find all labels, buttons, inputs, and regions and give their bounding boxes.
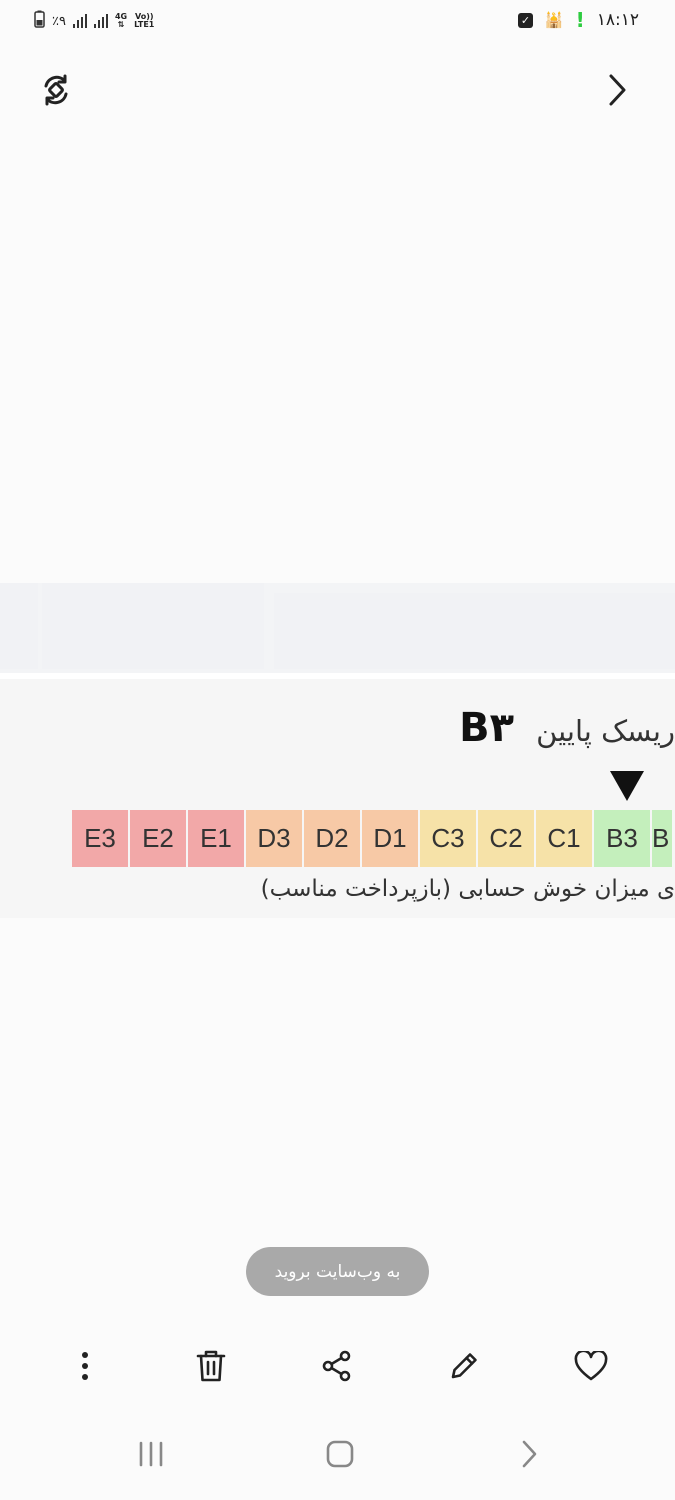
clock: ۱۸:۱۲ bbox=[596, 10, 639, 30]
mosque-icon: 🕌 bbox=[544, 11, 564, 29]
image-cell bbox=[0, 583, 38, 669]
back-button[interactable] bbox=[505, 1436, 553, 1476]
checkbox-notification-icon: ✓ bbox=[517, 12, 533, 28]
home-button[interactable] bbox=[316, 1436, 364, 1476]
recents-button[interactable] bbox=[127, 1436, 175, 1476]
share-icon bbox=[321, 1350, 353, 1386]
back-icon bbox=[520, 1439, 538, 1473]
grade-cell: E1 bbox=[188, 810, 244, 867]
status-left: ٪۹ 4G ⇅ Vo)) LTE1 bbox=[34, 10, 154, 32]
more-options-icon bbox=[81, 1351, 89, 1385]
grade-cell: C2 bbox=[478, 810, 534, 867]
edit-icon bbox=[448, 1350, 480, 1386]
rotate-icon bbox=[38, 72, 74, 112]
alert-icon: ! bbox=[575, 8, 585, 32]
photo-content: ریسک پایین B۳ E3 E2 E1 D3 D2 D1 C3 C2 C1… bbox=[0, 583, 675, 918]
grade-cell: C1 bbox=[536, 810, 592, 867]
grade-cell: E2 bbox=[130, 810, 186, 867]
chevron-right-icon bbox=[605, 72, 629, 112]
grade-cell: D3 bbox=[246, 810, 302, 867]
data-arrows-icon: ⇅ bbox=[117, 20, 125, 29]
battery-percent: ٪۹ bbox=[52, 13, 66, 29]
risk-grade: B۳ bbox=[459, 705, 515, 751]
network-type: 4G ⇅ bbox=[115, 13, 127, 29]
rotate-button[interactable] bbox=[34, 70, 78, 114]
status-right: ✓ 🕌 ! ۱۸:۱۲ bbox=[517, 8, 639, 32]
volte-icon: Vo)) LTE1 bbox=[134, 13, 154, 29]
grade-cell: D2 bbox=[304, 810, 360, 867]
favorite-button[interactable] bbox=[567, 1344, 615, 1392]
image-top-strip bbox=[0, 583, 675, 673]
grade-cell: D1 bbox=[362, 810, 418, 867]
status-bar: ٪۹ 4G ⇅ Vo)) LTE1 ✓ 🕌 ! ۱۸:۱۲ bbox=[0, 0, 675, 44]
edit-button[interactable] bbox=[440, 1344, 488, 1392]
grade-cell-selected: B3 bbox=[594, 810, 650, 867]
image-cell bbox=[42, 583, 264, 669]
image-cell bbox=[274, 593, 675, 669]
recents-icon bbox=[137, 1441, 165, 1471]
selected-grade-marker bbox=[610, 771, 644, 801]
share-button[interactable] bbox=[313, 1344, 361, 1392]
risk-label: ریسک پایین bbox=[536, 714, 675, 748]
home-icon bbox=[325, 1439, 355, 1473]
risk-heading: ریسک پایین B۳ bbox=[459, 705, 675, 751]
grade-cell: B bbox=[652, 810, 672, 867]
grade-scale: E3 E2 E1 D3 D2 D1 C3 C2 C1 B3 B bbox=[72, 810, 672, 867]
visit-website-button[interactable]: به وب‌سایت بروید bbox=[246, 1247, 429, 1296]
signal-icon bbox=[93, 14, 108, 28]
favorite-icon bbox=[574, 1349, 608, 1385]
system-nav-bar bbox=[0, 1420, 675, 1500]
next-button[interactable] bbox=[595, 70, 639, 114]
lte-label: LTE1 bbox=[134, 20, 155, 29]
delete-button[interactable] bbox=[187, 1344, 235, 1392]
grade-caption: ی میزان خوش حسابی (بازپرداخت مناسب) bbox=[260, 876, 675, 902]
grade-cell: C3 bbox=[420, 810, 476, 867]
more-options-button[interactable] bbox=[61, 1344, 109, 1392]
battery-icon bbox=[34, 10, 45, 32]
credit-score-card: ریسک پایین B۳ E3 E2 E1 D3 D2 D1 C3 C2 C1… bbox=[0, 679, 675, 918]
delete-icon bbox=[196, 1349, 226, 1387]
photo-action-bar bbox=[0, 1330, 675, 1402]
grade-cell: E3 bbox=[72, 810, 128, 867]
signal-icon bbox=[72, 14, 87, 28]
